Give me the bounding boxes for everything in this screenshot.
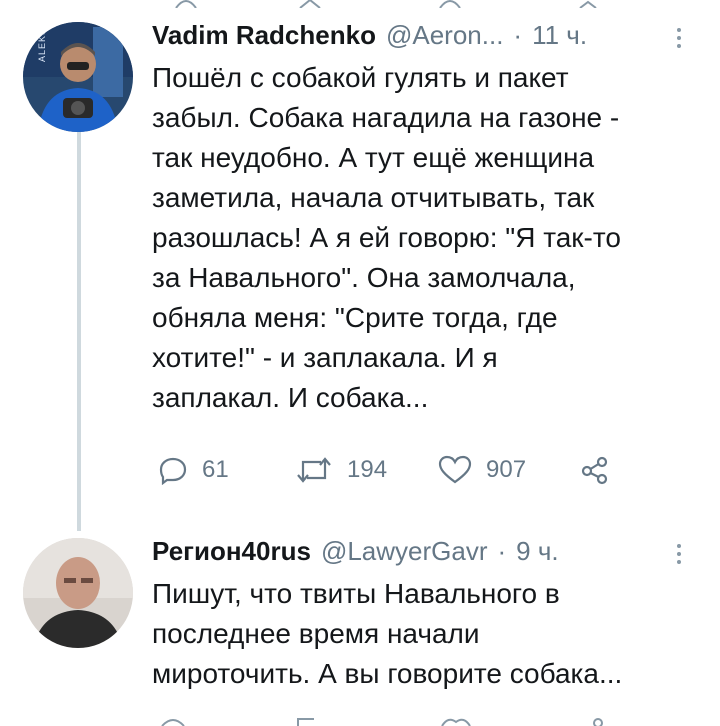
separator: · [497,536,507,566]
retweet-button[interactable]: 194 [295,455,387,485]
more-icon[interactable] [676,28,682,52]
avatar-watermark: ALEKSEY [37,22,47,62]
display-name[interactable]: Регион40rus [152,536,311,567]
retweet-icon [297,457,331,483]
separator: · [513,20,523,50]
share-button[interactable] [580,455,624,485]
reply-icon [159,457,187,485]
handle[interactable]: @LawyerGavr [321,536,488,567]
reply-count: 61 [202,456,229,483]
like-count: 907 [486,456,527,483]
tweet-2-header: Регион40rus @LawyerGavr · 9 ч. [152,536,569,567]
handle[interactable]: @Aeron... [386,20,503,51]
avatar-region40rus[interactable] [23,538,133,648]
share-icon [581,456,608,485]
tweet-1-header: Vadim Radchenko @Aeron... · 11 ч. [152,20,597,51]
avatar-vadim-radchenko[interactable]: ALEKSEY [23,22,133,132]
tweet-text: Пошёл с собакой гулять и пакет забыл. Со… [152,62,621,413]
more-icon[interactable] [676,544,682,568]
like-icon [438,455,472,484]
reply-button[interactable]: 61 [158,455,229,485]
previous-tweet-actions-stub [175,0,597,8]
like-button[interactable]: 907 [438,455,526,485]
retweet-count: 194 [347,456,388,483]
tweet-text: Пишут, что твиты Навального в последнее … [152,578,623,689]
display-name[interactable]: Vadim Radchenko [152,20,376,51]
avatar-photo [23,538,133,648]
tweet-2-actions-stub [161,718,603,726]
thread-connector-line [77,131,81,531]
timestamp[interactable]: 11 ч. [532,20,587,51]
timestamp[interactable]: 9 ч. [516,536,558,567]
